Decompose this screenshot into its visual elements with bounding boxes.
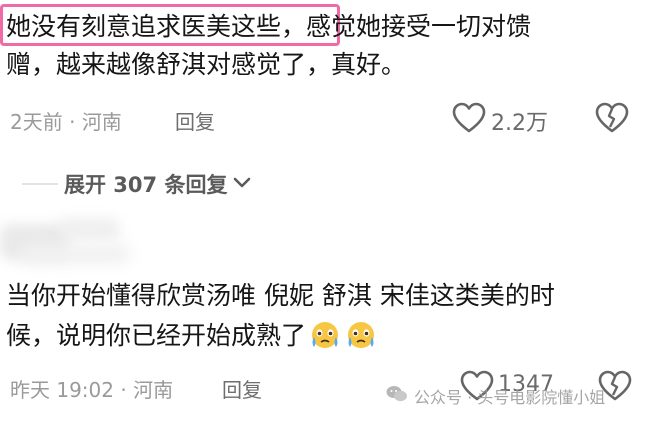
watermark-text: 公众号 · 头号电影院懂小姐 xyxy=(414,388,606,407)
comment-2-text-line1: 当你开始懂得欣赏汤唯 倪妮 舒淇 宋佳这类美的时 xyxy=(6,281,555,310)
comment-2-meta: 昨天 19:02 · 河南 xyxy=(10,374,173,403)
crying-emoji-icon xyxy=(308,320,342,350)
expand-replies-button[interactable]: 展开 307 条回复 xyxy=(22,168,251,200)
watermark: 公众号 · 头号电影院懂小姐 xyxy=(386,384,605,408)
divider-line xyxy=(22,183,58,185)
comment-1-like-count: 2.2万 xyxy=(491,111,548,136)
wechat-icon xyxy=(386,385,408,407)
comment-2-reply-button[interactable]: 回复 xyxy=(222,374,262,403)
blurred-user-info xyxy=(0,214,150,270)
comment-1-text-line1: 感觉她接受一切对馈 xyxy=(306,12,532,41)
comment-1-meta: 2天前 · 河南 xyxy=(10,106,122,135)
chevron-down-icon xyxy=(233,175,251,194)
comment-2-text: 当你开始懂得欣赏汤唯 倪妮 舒淇 宋佳这类美的时 候，说明你已经开始成熟了 xyxy=(6,276,646,356)
comment-2-location: 河南 xyxy=(133,378,174,402)
comment-2-time: 昨天 19:02 xyxy=(10,378,114,402)
comment-1-time: 2天前 xyxy=(10,110,63,134)
meta-separator: · xyxy=(120,378,127,402)
expand-replies-label: 展开 307 条回复 xyxy=(64,173,228,197)
crying-emoji-icon xyxy=(344,320,378,350)
meta-separator: · xyxy=(69,110,76,134)
comment-2-text-line2: 候，说明你已经开始成熟了 xyxy=(6,321,307,350)
comment-1-location: 河南 xyxy=(81,110,122,134)
comment-1-text: 她没有刻意追求医美这些，感觉她接受一切对馈 赠，越来越像舒淇对感觉了，真好。 xyxy=(6,8,646,84)
comment-1-highlight-text: 她没有刻意追求医美这些， xyxy=(6,12,307,41)
heart-outline-icon[interactable] xyxy=(452,102,486,134)
comment-1-reply-button[interactable]: 回复 xyxy=(175,106,215,135)
broken-heart-icon[interactable] xyxy=(595,102,629,134)
comment-1-text-line2: 赠，越来越像舒淇对感觉了，真好。 xyxy=(6,50,407,79)
